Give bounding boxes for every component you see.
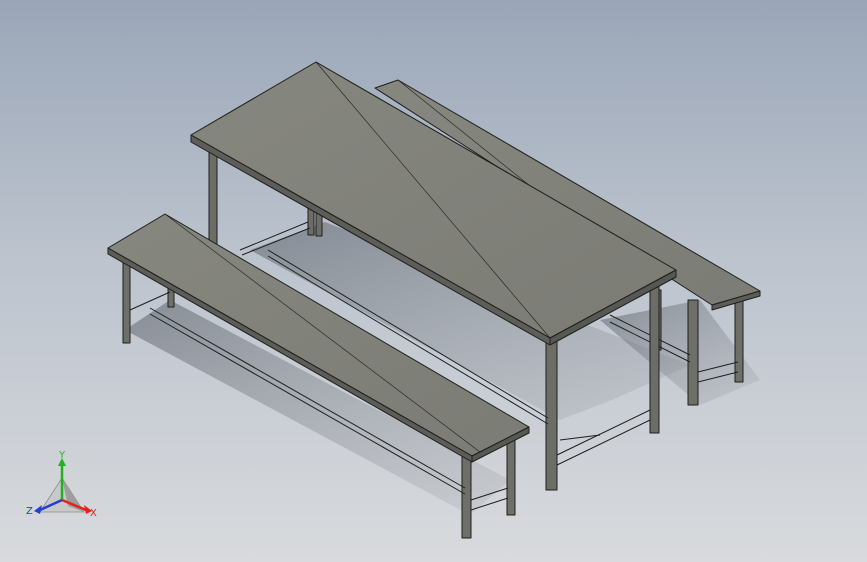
bench-front-leg — [461, 454, 472, 539]
bench-back-leg — [734, 299, 744, 383]
table-leg — [545, 339, 558, 491]
z-axis-label: Z — [26, 506, 33, 517]
cad-scene[interactable]: Y X Z — [0, 0, 867, 562]
table-leg — [649, 284, 660, 434]
x-axis-label: X — [90, 508, 97, 519]
y-axis-label: Y — [58, 450, 66, 461]
3d-viewport[interactable]: Y X Z — [0, 0, 867, 562]
table-stretcher — [556, 419, 651, 466]
bench-back-leg — [687, 299, 699, 406]
orientation-triad[interactable]: Y X Z — [26, 450, 97, 519]
bench-front-leg — [122, 257, 131, 344]
z-axis-arrow — [34, 505, 42, 514]
table-leg — [208, 149, 218, 251]
bench-front-leg — [506, 431, 516, 516]
table-stretcher — [556, 409, 651, 456]
